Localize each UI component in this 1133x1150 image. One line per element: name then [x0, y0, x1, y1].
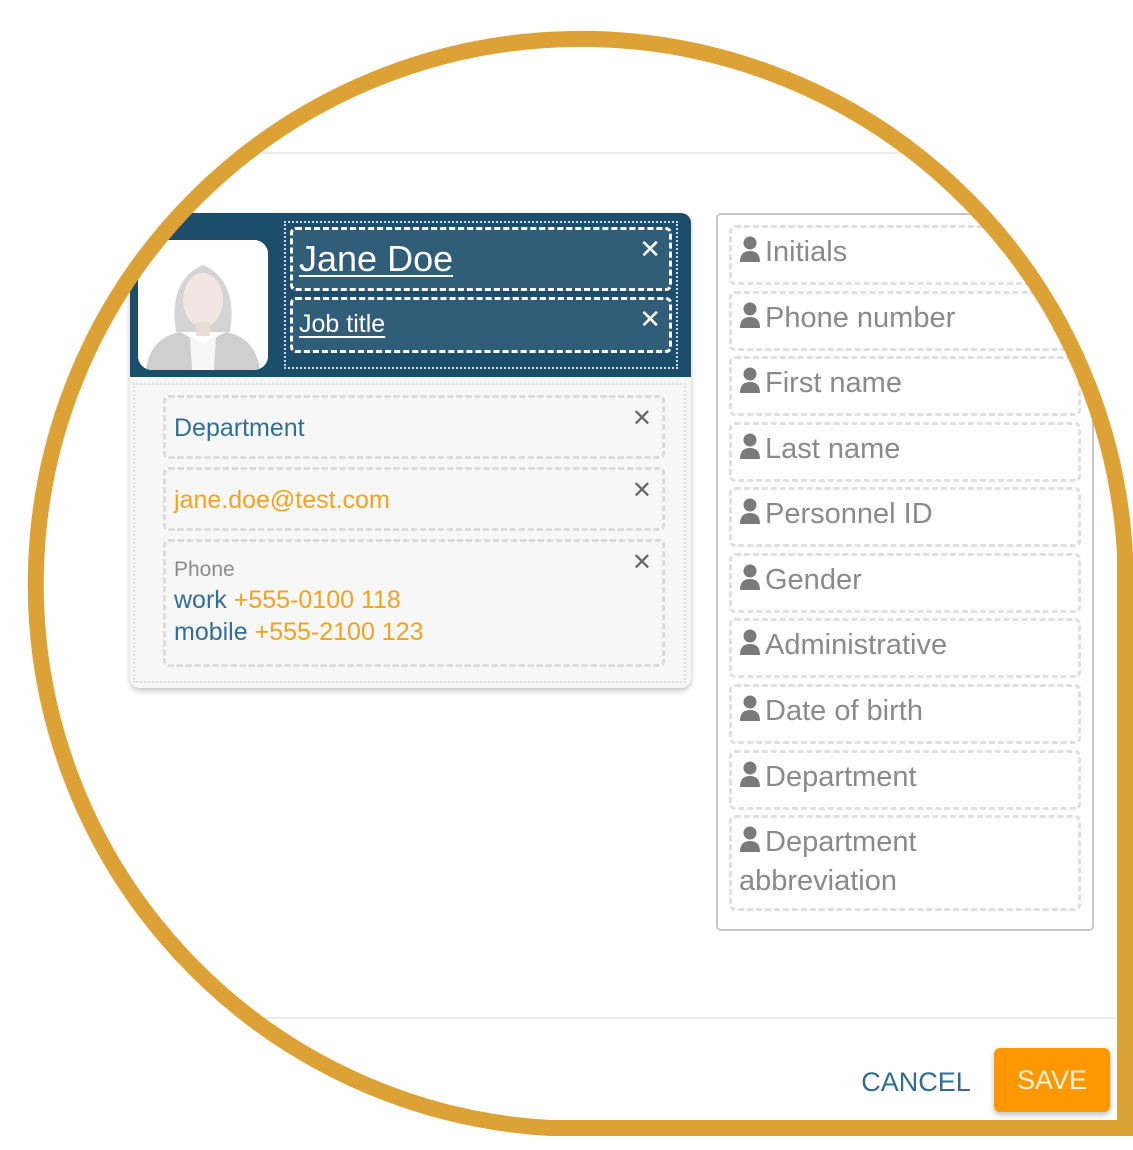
phone-number: +555-2100 123: [254, 618, 424, 646]
available-field-label: Initials: [765, 236, 848, 268]
name-link[interactable]: Jane Doe: [299, 238, 453, 280]
save-button[interactable]: SAVE: [994, 1048, 1110, 1112]
female-avatar-icon: [138, 240, 268, 370]
user-icon: [739, 498, 761, 535]
phone-field[interactable]: Phone work +555-0100 118 mobile +555-210…: [163, 539, 665, 667]
phone-mobile-line: mobile +555-2100 123: [174, 618, 424, 647]
available-field-label: Gender: [765, 564, 862, 596]
available-field-item[interactable]: Personnel ID: [729, 487, 1081, 547]
available-field-item[interactable]: First name: [729, 356, 1081, 416]
available-field-label: Date of birth: [765, 695, 923, 727]
email-value: jane.doe@test.com: [174, 486, 390, 514]
user-icon: [739, 629, 761, 666]
available-field-label: First name: [765, 367, 902, 399]
user-icon: [739, 826, 761, 863]
available-fields-panel: Initials Phone number First name Last name P…: [716, 213, 1094, 931]
available-field-label: Department: [765, 761, 917, 793]
available-field-item[interactable]: Department: [729, 750, 1081, 810]
available-field-label: Phone number: [765, 302, 956, 334]
user-icon: [739, 367, 761, 404]
user-icon: [739, 302, 761, 339]
close-icon[interactable]: ✕: [632, 404, 652, 433]
available-field-item[interactable]: Initials: [729, 225, 1081, 285]
department-value: Department: [174, 414, 305, 442]
email-field[interactable]: jane.doe@test.com ✕: [163, 467, 665, 531]
user-icon: [739, 564, 761, 601]
available-field-item[interactable]: Last name: [729, 422, 1081, 482]
phone-type: work: [174, 586, 227, 614]
job-title-link[interactable]: Job title: [299, 310, 385, 339]
cancel-button[interactable]: CANCEL: [856, 1060, 976, 1104]
header-drop-zone: Jane Doe ✕ Job title ✕: [284, 221, 678, 369]
available-field-item[interactable]: Administrative: [729, 618, 1081, 678]
job-title-field[interactable]: Job title ✕: [290, 297, 672, 353]
card-body-drop-zone: Department ✕ jane.doe@test.com ✕ Phone w…: [133, 383, 686, 683]
available-field-item[interactable]: Phone number: [729, 291, 1081, 351]
close-icon[interactable]: ✕: [639, 234, 661, 265]
user-icon: [739, 433, 761, 470]
phone-work-line: work +555-0100 118: [174, 586, 401, 615]
department-field[interactable]: Department ✕: [163, 395, 665, 459]
user-icon: [739, 236, 761, 273]
available-field-label: Last name: [765, 433, 901, 465]
card-header: Jane Doe ✕ Job title ✕: [130, 213, 691, 377]
name-field[interactable]: Jane Doe ✕: [290, 227, 672, 291]
magnified-dialog-view: Jane Doe ✕ Job title ✕ Department ✕ jane…: [0, 0, 1133, 1150]
available-field-label: Personnel ID: [765, 498, 933, 530]
close-icon[interactable]: ✕: [639, 304, 661, 335]
user-icon: [739, 695, 761, 732]
available-field-item[interactable]: Date of birth: [729, 684, 1081, 744]
phone-type: mobile: [174, 618, 248, 646]
contact-card-preview: Jane Doe ✕ Job title ✕ Department ✕ jane…: [130, 213, 691, 688]
close-icon[interactable]: ✕: [632, 476, 652, 505]
close-icon[interactable]: ✕: [632, 548, 652, 577]
available-field-item[interactable]: Gender: [729, 553, 1081, 613]
phone-number: +555-0100 118: [233, 586, 401, 614]
bottom-divider: [0, 1017, 1133, 1019]
available-field-label: Department abbreviation: [739, 826, 917, 897]
user-icon: [739, 761, 761, 798]
available-field-label: Administrative: [765, 629, 948, 661]
top-divider: [0, 152, 1133, 154]
phone-label: Phone: [174, 558, 235, 581]
avatar[interactable]: [138, 240, 268, 370]
available-field-item[interactable]: Department abbreviation: [729, 815, 1081, 911]
